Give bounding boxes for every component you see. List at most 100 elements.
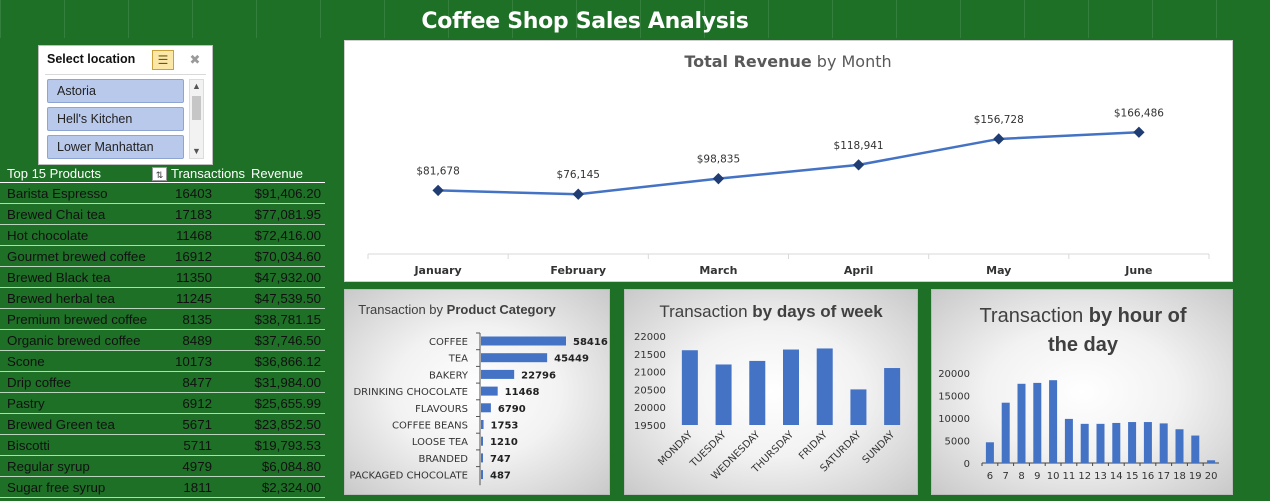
bar xyxy=(1159,423,1168,463)
x-tick-label: June xyxy=(1124,264,1152,277)
transactions-value: 5671 xyxy=(182,417,212,432)
product-name: Scone xyxy=(7,354,45,369)
revenue-value: $91,406.20 xyxy=(254,186,321,201)
y-tick-label: 5000 xyxy=(945,437,970,448)
x-tick-label: 17 xyxy=(1157,471,1170,482)
revenue-value: $6,084.80 xyxy=(261,459,321,474)
product-name: Brewed Green tea xyxy=(7,417,115,432)
transactions-value: 11350 xyxy=(176,270,212,285)
chart-title-bold: the day xyxy=(1048,334,1119,356)
bar xyxy=(1049,380,1058,463)
bar xyxy=(1096,423,1105,463)
x-tick-label: March xyxy=(699,264,737,277)
y-tick-label: 10000 xyxy=(938,414,970,425)
transactions-value: 5711 xyxy=(183,438,212,453)
data-label: 22796 xyxy=(521,370,556,381)
clear-filter-icon[interactable]: ✖ xyxy=(185,50,205,70)
y-tick-label: 20000 xyxy=(634,403,666,414)
bar xyxy=(816,348,833,425)
slicer-scrollbar[interactable]: ▲ ▼ xyxy=(189,79,204,159)
chart-title: Total Revenue by Month xyxy=(684,52,891,71)
bar xyxy=(850,389,867,425)
data-point xyxy=(432,184,444,197)
bar xyxy=(481,369,515,379)
revenue-value: $72,416.00 xyxy=(254,228,321,243)
bar xyxy=(1207,460,1216,463)
table-row: Sugar free syrup 1811 $2,324.00 xyxy=(0,477,325,498)
data-label: 1753 xyxy=(491,421,519,432)
transactions-value: 16912 xyxy=(175,249,212,264)
transactions-value: 1811 xyxy=(183,480,212,495)
product-name: Pastry xyxy=(7,396,45,411)
x-tick-label: 16 xyxy=(1142,471,1155,482)
data-point xyxy=(1133,126,1145,138)
scroll-thumb[interactable] xyxy=(192,96,201,120)
x-tick-label: 10 xyxy=(1047,471,1060,482)
revenue-value: $37,746.50 xyxy=(254,333,321,348)
hour-chart-svg: Transaction by hour of the day 20000 15000 1… xyxy=(938,305,1219,482)
bar xyxy=(1017,383,1026,463)
table-header: Top 15 Products ⇅ Transactions Revenue xyxy=(0,165,325,183)
product-name: Gourmet brewed coffee xyxy=(7,249,146,264)
data-point xyxy=(712,172,725,185)
x-tick-label: 13 xyxy=(1094,471,1107,482)
table-body: Barista Espresso 16403 $91,406.20 Brewed Ch… xyxy=(0,183,325,498)
bar xyxy=(1001,402,1010,463)
y-tick-label: BAKERY xyxy=(429,370,469,381)
chart-title: Transaction by days of week xyxy=(659,302,883,321)
y-tick-label: TEA xyxy=(448,354,468,365)
table-row: Brewed Black tea 11350 $47,932.00 xyxy=(0,267,325,288)
bar xyxy=(1175,429,1184,463)
x-tick-label: April xyxy=(844,264,873,277)
product-name: Biscotti xyxy=(7,438,50,453)
revenue-value: $23,852.50 xyxy=(254,417,321,432)
scroll-down-icon[interactable]: ▼ xyxy=(190,145,203,158)
location-slicer[interactable]: Select location ☰ ✖ Astoria Hell's Kitch… xyxy=(38,45,213,165)
slicer-item-lower-manhattan[interactable]: Lower Manhattan xyxy=(47,135,184,159)
sort-filter-icon[interactable]: ⇅ xyxy=(152,167,167,181)
product-category-chart: Transaction by Product Category COFFEE 584… xyxy=(344,289,610,495)
revenue-value: $47,539.50 xyxy=(254,291,321,306)
data-label: 1210 xyxy=(490,437,518,448)
bar xyxy=(1128,422,1137,463)
bar xyxy=(481,386,498,396)
y-tick-label: 22000 xyxy=(634,332,666,343)
slicer-item-astoria[interactable]: Astoria xyxy=(47,79,184,103)
scroll-up-icon[interactable]: ▲ xyxy=(190,80,203,93)
bar xyxy=(1064,418,1073,463)
slicer-item-hells-kitchen[interactable]: Hell's Kitchen xyxy=(47,107,184,131)
bar xyxy=(1143,422,1152,463)
data-label: 11468 xyxy=(505,387,540,398)
chart-title: Transaction by hour of xyxy=(979,305,1186,327)
x-tick-label: 20 xyxy=(1205,471,1218,482)
x-tick-label: SUNDAY xyxy=(861,429,898,466)
data-label: 6790 xyxy=(498,404,526,415)
x-tick-label: 7 xyxy=(1003,471,1009,482)
chart-title: Transaction by Product Category xyxy=(358,302,556,317)
product-name: Brewed Chai tea xyxy=(7,207,106,222)
slicer-header: Select location xyxy=(47,52,136,66)
bar xyxy=(783,349,799,425)
product-name: Hot chocolate xyxy=(7,228,89,243)
y-tick-label: 15000 xyxy=(938,392,970,403)
table-row: Pastry 6912 $25,655.99 xyxy=(0,393,325,414)
table-row: Brewed Green tea 5671 $23,852.50 xyxy=(0,414,325,435)
bar xyxy=(481,403,491,413)
multi-select-icon[interactable]: ☰ xyxy=(152,50,174,70)
product-name: Brewed Black tea xyxy=(7,270,111,285)
revenue-value: $2,324.00 xyxy=(261,480,321,495)
y-tick-label: 0 xyxy=(964,459,970,470)
table-row: Biscotti 5711 $19,793.53 xyxy=(0,435,325,456)
product-name: Brewed herbal tea xyxy=(7,291,115,306)
bar xyxy=(681,350,698,425)
y-tick-label: 19500 xyxy=(634,421,666,432)
data-point xyxy=(993,133,1005,145)
table-row: Gourmet brewed coffee 16912 $70,034.60 xyxy=(0,246,325,267)
x-tick-label: 6 xyxy=(987,471,993,482)
dow-chart-svg: Transaction by days of week 22000 21500 210… xyxy=(634,302,901,482)
transactions-value: 11468 xyxy=(176,228,212,243)
revenue-value: $77,081.95 xyxy=(254,207,321,222)
y-tick-label: 21500 xyxy=(634,350,666,361)
product-name: Drip coffee xyxy=(7,375,72,390)
dashboard-title: Coffee Shop Sales Analysis xyxy=(421,9,749,34)
